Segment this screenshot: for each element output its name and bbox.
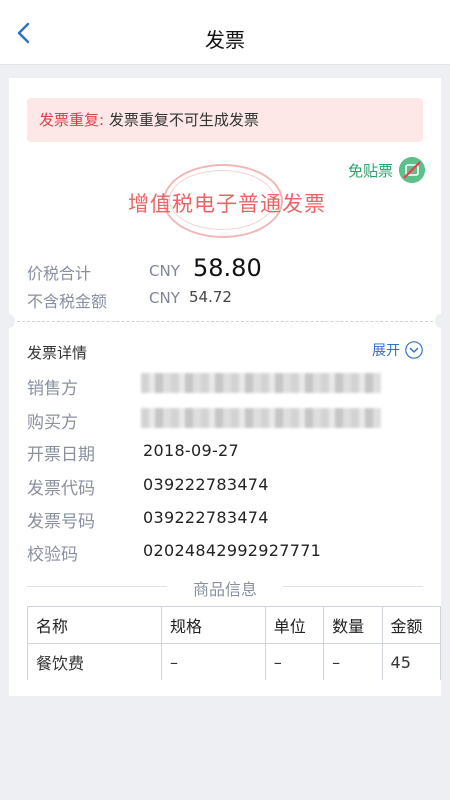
total-amount: 58.80: [193, 254, 262, 282]
right-notch: [435, 314, 447, 328]
invoice-number-value: 039222783474: [143, 508, 269, 527]
goods-table: 名称 规格 单位 数量 金额 餐饮费 – – – 45: [27, 606, 441, 680]
goods-line-right: [283, 586, 423, 587]
cell-unit: –: [264, 643, 325, 680]
dashed-divider: [17, 321, 433, 322]
cell-spec: –: [160, 643, 266, 680]
invoice-card: 发票重复: 发票重复不可生成发票 免贴票 增值税电子普通发票 价税合计 CNY …: [3, 78, 447, 696]
duplicate-alert: 发票重复: 发票重复不可生成发票: [27, 98, 423, 142]
check-code-label: 校验码: [27, 545, 78, 565]
invoice-number-label: 发票号码: [27, 512, 95, 532]
goods-table-scroll[interactable]: 名称 规格 单位 数量 金额 餐饮费 – – – 45: [27, 606, 441, 680]
goods-table-header-row: 名称 规格 单位 数量 金额: [27, 606, 441, 644]
invoice-code-value: 039222783474: [143, 475, 269, 494]
goods-title: 商品信息: [192, 580, 257, 599]
no-stamp-label: 免贴票: [347, 161, 393, 180]
total-currency: CNY: [149, 262, 180, 280]
expand-button[interactable]: 展开: [372, 340, 423, 360]
no-stamp-badge: 免贴票: [348, 156, 425, 184]
table-row: 餐饮费 – – – 45: [27, 643, 441, 680]
pretax-label: 不含税金额: [27, 292, 108, 311]
page-title: 发票: [205, 28, 245, 52]
top-nav-bar: 发票: [0, 0, 450, 65]
issue-date-value: 2018-09-27: [143, 441, 239, 460]
goods-section-header: 商品信息: [27, 576, 423, 599]
seller-label: 销售方: [27, 379, 78, 399]
pretax-amount: 54.72: [189, 288, 232, 306]
col-name: 名称: [27, 606, 162, 644]
check-code-value: 02024842992927771: [143, 541, 322, 560]
col-unit: 单位: [264, 606, 325, 644]
alert-label: 发票重复:: [39, 111, 105, 129]
col-spec: 规格: [160, 606, 266, 644]
cell-amount: 45: [381, 643, 441, 680]
cell-qty: –: [323, 643, 383, 680]
col-amount: 金额: [381, 606, 441, 644]
col-qty: 数量: [323, 606, 383, 644]
seller-value-redacted: [141, 373, 381, 393]
pretax-currency: CNY: [149, 289, 180, 307]
chevron-down-circle-icon: [405, 341, 423, 359]
left-notch: [3, 314, 15, 328]
details-title: 发票详情: [27, 344, 88, 362]
expand-label: 展开: [372, 343, 400, 359]
issue-date-label: 开票日期: [27, 445, 95, 465]
total-label: 价税合计: [27, 264, 92, 283]
cell-name: 餐饮费: [27, 643, 162, 680]
invoice-type-title: 增值税电子普通发票: [128, 192, 326, 216]
invoice-code-label: 发票代码: [27, 479, 95, 499]
invoice-stamp: 增值税电子普通发票: [117, 162, 337, 242]
buyer-label: 购买方: [27, 413, 78, 433]
buyer-value-redacted: [141, 408, 381, 428]
alert-message: 发票重复不可生成发票: [108, 111, 259, 129]
no-stamp-icon: [399, 157, 425, 183]
